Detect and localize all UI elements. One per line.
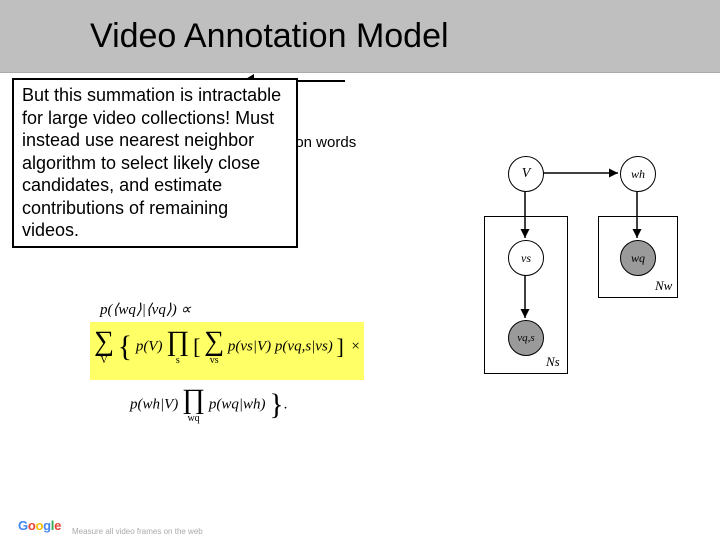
times-symbol: × xyxy=(351,338,359,354)
p-wq-given-wh: p(wq|wh) xyxy=(209,396,266,412)
title-bar: Video Annotation Model xyxy=(0,0,720,73)
slide-title: Video Annotation Model xyxy=(90,17,449,56)
node-wh: wh xyxy=(620,156,656,192)
node-vqs: vq,s xyxy=(508,320,544,356)
p-of-v: p(V) xyxy=(136,338,163,354)
callout-box: But this summation is intractable for la… xyxy=(12,78,298,248)
equation-line3: p(wh|V) ∏ wq p(wq|wh) }. xyxy=(130,386,364,424)
google-logo: Google xyxy=(18,518,61,533)
p-vs-given-v: p(vs|V) xyxy=(228,338,271,354)
callout-text: But this summation is intractable for la… xyxy=(22,85,281,240)
plate-ns-label: Ns xyxy=(546,354,560,370)
p-wh-given-v: p(wh|V) xyxy=(130,396,178,412)
node-vs: vs xyxy=(508,240,544,276)
node-wq: wq xyxy=(620,240,656,276)
equation-highlight: ∑ V { p(V) ∏ s [ ∑ vs p(vs|V) p(vq,s|vs)… xyxy=(90,322,364,380)
inner-sum: ∑ vs xyxy=(204,328,224,366)
node-v: V xyxy=(508,156,544,192)
p-vqs-given-vs: p(vq,s|vs) xyxy=(275,338,333,354)
product-s: ∏ s xyxy=(166,328,189,366)
occluded-text: ion words xyxy=(292,134,356,151)
plate-nw-label: Nw xyxy=(655,278,672,294)
equation-lhs-text: p(⟨wq⟩|⟨vq⟩) ∝ xyxy=(100,302,191,318)
product-wq: ∏ wq xyxy=(182,386,205,424)
equation-block: p(⟨wq⟩|⟨vq⟩) ∝ ∑ V { p(V) ∏ s [ ∑ vs p(v… xyxy=(90,300,364,424)
outer-sum: ∑ V xyxy=(94,328,114,366)
graphical-model: Ns Nw V wh vs wq vq,s xyxy=(470,138,710,398)
slide: Video Annotation Model But this summatio… xyxy=(0,0,720,540)
footer-caption: Measure all video frames on the web xyxy=(72,528,203,536)
equation-lhs: p(⟨wq⟩|⟨vq⟩) ∝ xyxy=(100,300,364,319)
